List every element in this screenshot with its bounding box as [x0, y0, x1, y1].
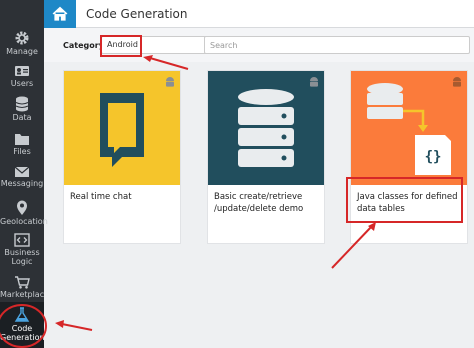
sidebar-item-marketplace[interactable]: Marketplace	[0, 275, 44, 301]
sidebar: Manage Users Data Files Messaging Geoloc…	[0, 0, 48, 348]
template-card-java-classes[interactable]: {} Java classes for defined data tables	[350, 70, 468, 244]
sidebar-item-users[interactable]: Users	[0, 64, 44, 88]
users-icon	[15, 66, 29, 76]
search-input[interactable]	[204, 36, 470, 54]
android-icon	[166, 77, 174, 87]
flask-icon	[14, 307, 30, 322]
code-file-icon: {}	[367, 83, 451, 175]
card-thumbnail: {}	[351, 71, 467, 185]
sidebar-label: Geolocation	[0, 217, 48, 226]
sidebar-item-geolocation[interactable]: Geolocation	[0, 200, 48, 226]
map-pin-icon	[17, 200, 27, 215]
sidebar-item-data[interactable]: Data	[0, 96, 44, 122]
sidebar-label: Code Generation	[0, 324, 45, 342]
database-icon	[15, 96, 29, 112]
template-card-real-time-chat[interactable]: Real time chat	[63, 70, 181, 244]
envelope-icon	[14, 166, 30, 177]
sidebar-item-manage[interactable]: Manage	[0, 30, 44, 56]
chat-icon	[100, 93, 144, 167]
folder-icon	[15, 134, 29, 145]
card-thumbnail	[64, 71, 180, 185]
android-icon	[453, 77, 461, 87]
category-value: Android	[107, 40, 138, 49]
android-icon	[310, 77, 318, 87]
sidebar-label: Users	[10, 79, 34, 88]
sidebar-label: Data	[12, 113, 32, 122]
sidebar-label: Business Logic	[4, 248, 40, 266]
annotation-arrowhead	[55, 320, 64, 328]
sidebar-label: Messaging	[0, 179, 44, 188]
sidebar-label: Manage	[6, 47, 38, 56]
sidebar-label: Marketplace	[0, 290, 44, 299]
sidebar-item-messaging[interactable]: Messaging	[0, 166, 44, 188]
svg-text:{}: {}	[425, 149, 442, 165]
sidebar-item-code-generation[interactable]: Code Generation	[0, 302, 45, 348]
template-card-crud-demo[interactable]: Basic create/retrieve /update/delete dem…	[207, 70, 325, 244]
header-bar: Code Generation	[76, 0, 474, 28]
card-thumbnail	[208, 71, 324, 185]
cart-icon	[15, 276, 30, 289]
filter-row: Category: Android	[44, 28, 474, 62]
card-caption: Basic create/retrieve /update/delete dem…	[214, 192, 304, 214]
code-icon	[14, 233, 30, 247]
sidebar-item-files[interactable]: Files	[0, 132, 44, 156]
home-button[interactable]	[44, 0, 76, 28]
card-caption: Java classes for defined data tables	[357, 192, 458, 214]
home-icon	[52, 6, 68, 21]
page-title: Code Generation	[86, 7, 188, 21]
gear-icon	[15, 31, 29, 45]
annotation-arrow-code-generation	[61, 323, 93, 331]
sidebar-item-business-logic[interactable]: Business Logic	[0, 233, 44, 266]
sidebar-label: Files	[13, 147, 31, 156]
card-caption: Real time chat	[70, 192, 132, 202]
database-icon	[238, 89, 294, 167]
